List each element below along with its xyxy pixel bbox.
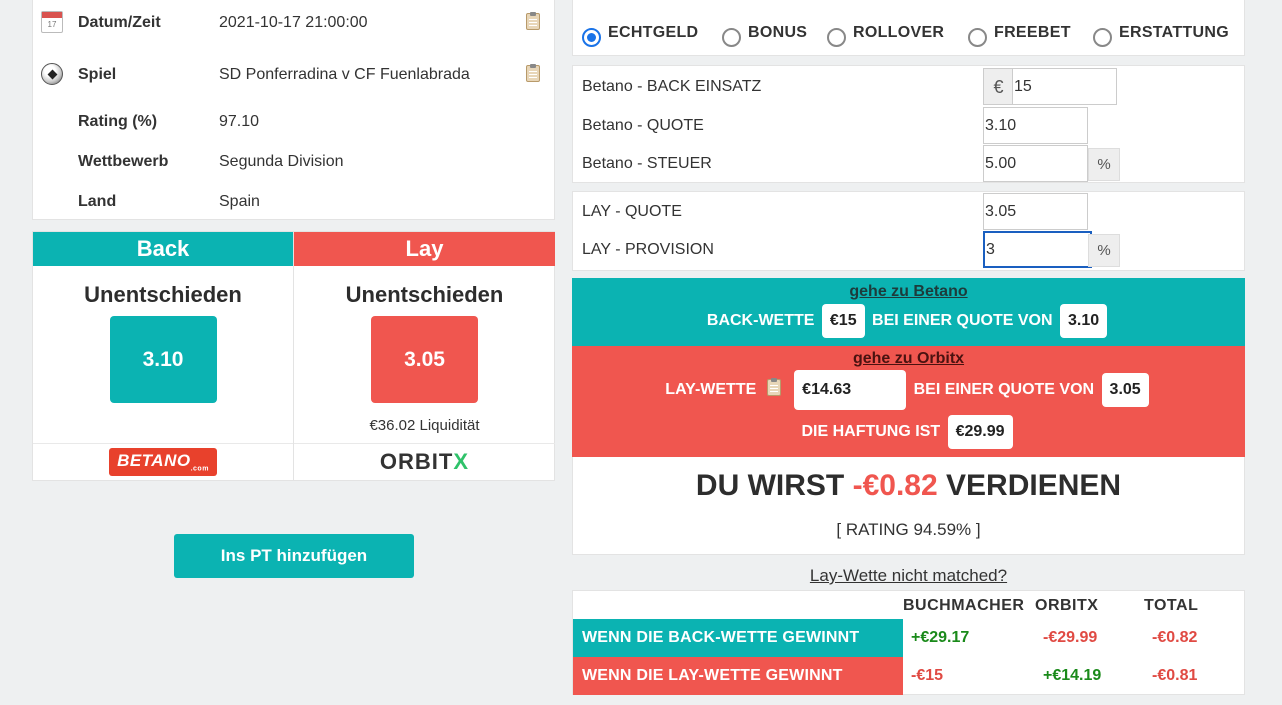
orbitx-logo[interactable]: ORBITX (380, 449, 469, 475)
orbitx-logo-row[interactable]: ORBITX (294, 443, 555, 480)
col-header-bookmaker: BUCHMACHER (903, 597, 1025, 614)
percent-icon: % (1088, 234, 1120, 267)
lay-odds-input[interactable]: 3.05 (983, 193, 1088, 230)
clipboard-icon[interactable] (766, 378, 781, 401)
back-wins-total: -€0.82 (1152, 629, 1198, 646)
match-label: Spiel (78, 66, 117, 83)
calendar-icon: 17 (41, 11, 65, 35)
back-tax-row: Betano - STEUER 5.00 % (573, 145, 1244, 183)
lay-odds-chip: 3.05 (1101, 373, 1149, 407)
add-to-portfolio-button[interactable]: Ins PT hinzufügen (174, 534, 414, 578)
odds-panel: Back Unentschieden 3.10 BETANO.com Lay U… (32, 231, 555, 481)
back-stake-row: Betano - BACK EINSATZ € 15 (573, 68, 1244, 106)
lay-odds-button[interactable]: 3.05 (371, 316, 478, 403)
event-info-panel: 17 Datum/Zeit 2021-10-17 21:00:00 Spiel … (32, 0, 555, 220)
goto-betano-link[interactable]: gehe zu Betano (572, 283, 1245, 301)
lay-selection: Unentschieden (345, 282, 504, 307)
back-selection: Unentschieden (84, 282, 242, 307)
lay-wins-total: -€0.81 (1152, 667, 1198, 684)
back-stake-label: Betano - BACK EINSATZ (582, 78, 762, 95)
back-column: Back Unentschieden 3.10 BETANO.com (33, 232, 294, 480)
lay-commission-row: LAY - PROVISION 3 % (573, 231, 1244, 269)
liability-chip: €29.99 (947, 415, 1013, 449)
radio-unchecked-icon (722, 28, 741, 47)
country-value: Spain (219, 193, 260, 210)
radio-freebet[interactable]: FREEBET (968, 24, 1071, 47)
competition-value: Segunda Division (219, 153, 344, 170)
lay-odds-label: LAY - QUOTE (582, 203, 682, 220)
betano-logo-row[interactable]: BETANO.com (33, 443, 293, 480)
lay-wins-label: WENN DIE LAY-WETTE GEWINNT (573, 657, 903, 695)
soccer-ball-icon (41, 63, 65, 87)
radio-unchecked-icon (827, 28, 846, 47)
back-header: Back (33, 232, 293, 266)
liability-line: DIE HAFTUNG IST €29.99 (572, 415, 1245, 449)
info-row-rating: Rating (%) 97.10 (33, 110, 554, 134)
rating-value: 97.10 (219, 113, 260, 130)
back-tax-label: Betano - STEUER (582, 155, 712, 172)
col-header-orbitx: ORBITX (1035, 597, 1099, 614)
radio-unchecked-icon (1093, 28, 1112, 47)
back-bet-form: Betano - BACK EINSATZ € 15 Betano - QUOT… (572, 65, 1245, 183)
lay-stake-input[interactable]: €14.63 (794, 370, 907, 410)
competition-label: Wettbewerb (78, 153, 169, 170)
back-odds-chip: 3.10 (1059, 304, 1108, 338)
lay-bet-form: LAY - QUOTE 3.05 LAY - PROVISION 3 % (572, 191, 1245, 271)
earnings-panel: DU WIRST -€0.82 VERDIENEN [ RATING 94.59… (572, 457, 1245, 555)
back-result-panel: gehe zu Betano BACK-WETTE €15 BEI EINER … (572, 278, 1245, 346)
outcome-summary-table: BUCHMACHER ORBITX TOTAL WENN DIE BACK-WE… (572, 590, 1245, 695)
lay-not-matched-link[interactable]: Lay-Wette nicht matched? (572, 566, 1245, 586)
lay-commission-input[interactable]: 3 (983, 231, 1092, 268)
table-row: WENN DIE BACK-WETTE GEWINNT +€29.17 -€29… (573, 619, 1244, 657)
lay-liquidity: €36.02 Liquidität (369, 417, 480, 434)
back-wins-orbitx: -€29.99 (1043, 629, 1098, 646)
rating-label: Rating (%) (78, 113, 158, 130)
bet-mode-radios: ECHTGELD BONUS ROLLOVER FREEBET ERSTATTU… (572, 0, 1245, 56)
lay-commission-label: LAY - PROVISION (582, 241, 714, 258)
radio-unchecked-icon (968, 28, 987, 47)
col-header-total: TOTAL (1144, 597, 1199, 614)
euro-icon: € (983, 68, 1013, 105)
clipboard-icon[interactable] (526, 12, 542, 31)
lay-column: Lay Unentschieden 3.05 €36.02 Liquidität… (294, 232, 555, 480)
datetime-label: Datum/Zeit (78, 14, 161, 31)
lay-bet-line: LAY-WETTE €14.63 BEI EINER QUOTE VON 3.0… (572, 370, 1245, 410)
earnings-amount: -€0.82 (852, 469, 938, 502)
radio-echtgeld[interactable]: ECHTGELD (582, 24, 698, 47)
radio-erstattung[interactable]: ERSTATTUNG (1093, 24, 1229, 47)
table-row: WENN DIE LAY-WETTE GEWINNT -€15 +€14.19 … (573, 657, 1244, 695)
lay-header: Lay (294, 232, 555, 266)
back-stake-chip: €15 (821, 304, 865, 338)
back-odds-label: Betano - QUOTE (582, 117, 704, 134)
radio-bonus[interactable]: BONUS (722, 24, 807, 47)
back-tax-input[interactable]: 5.00 (983, 145, 1088, 182)
back-bet-line: BACK-WETTE €15 BEI EINER QUOTE VON 3.10 (572, 304, 1245, 338)
country-label: Land (78, 193, 117, 210)
lay-odds-row: LAY - QUOTE 3.05 (573, 193, 1244, 231)
info-row-country: Land Spain (33, 190, 554, 214)
info-row-match: Spiel SD Ponferradina v CF Fuenlabrada (33, 63, 554, 87)
clipboard-icon[interactable] (526, 64, 542, 83)
lay-wins-bookmaker: -€15 (911, 667, 944, 684)
radio-rollover[interactable]: ROLLOVER (827, 24, 944, 47)
lay-result-panel: gehe zu Orbitx LAY-WETTE €14.63 BEI EINE… (572, 346, 1245, 457)
back-odds-button[interactable]: 3.10 (109, 316, 217, 403)
datetime-value: 2021-10-17 21:00:00 (219, 14, 368, 31)
earnings-rating: [ RATING 94.59% ] (836, 520, 981, 539)
back-stake-input[interactable]: 15 (1012, 68, 1117, 105)
radio-checked-icon (582, 28, 601, 47)
back-odds-row: Betano - QUOTE 3.10 (573, 107, 1244, 145)
percent-icon: % (1088, 148, 1120, 181)
goto-orbitx-link[interactable]: gehe zu Orbitx (572, 350, 1245, 368)
back-wins-bookmaker: +€29.17 (911, 629, 970, 646)
lay-wins-orbitx: +€14.19 (1043, 667, 1102, 684)
betano-logo[interactable]: BETANO.com (109, 448, 217, 476)
earnings-headline: DU WIRST -€0.82 VERDIENEN (695, 469, 1122, 502)
info-row-competition: Wettbewerb Segunda Division (33, 150, 554, 174)
back-wins-label: WENN DIE BACK-WETTE GEWINNT (573, 619, 903, 657)
match-value: SD Ponferradina v CF Fuenlabrada (219, 66, 470, 83)
back-odds-input[interactable]: 3.10 (983, 107, 1088, 144)
info-row-datetime: 17 Datum/Zeit 2021-10-17 21:00:00 (33, 11, 554, 35)
